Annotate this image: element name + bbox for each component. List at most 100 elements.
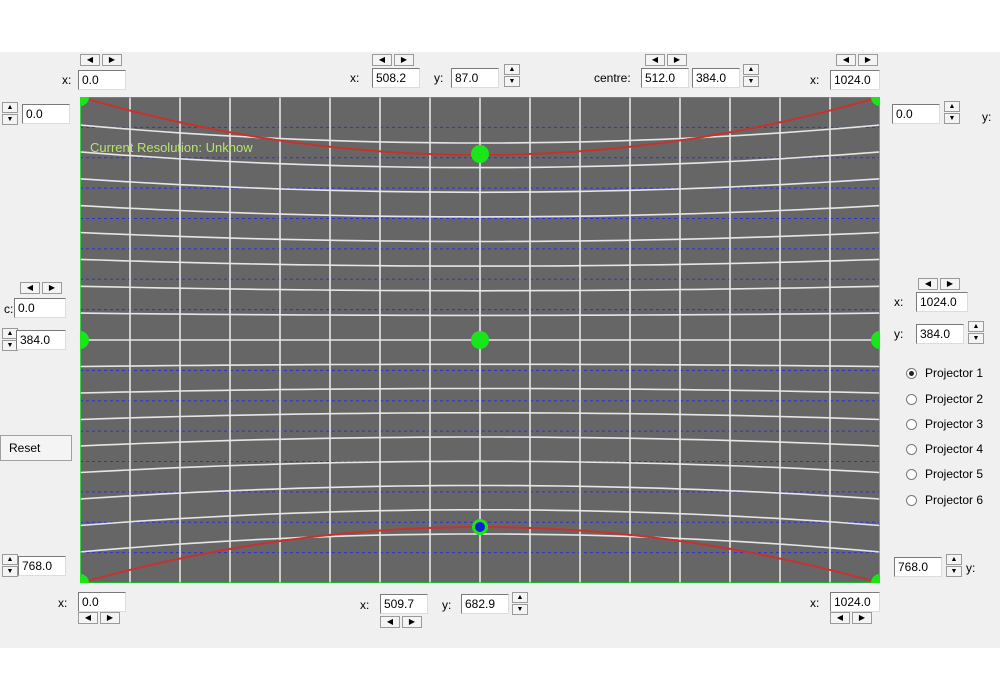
bottom-mid-x-label: x: bbox=[360, 598, 370, 612]
arrow-up-icon[interactable]: ▲ bbox=[2, 102, 18, 113]
centre-label: centre: bbox=[594, 71, 631, 85]
arrow-up-icon[interactable]: ▲ bbox=[968, 321, 984, 332]
arrow-up-icon[interactable]: ▲ bbox=[743, 64, 759, 75]
right-mid-x-stepper[interactable]: ◀ ▶ bbox=[918, 278, 962, 292]
left-top-y-field[interactable]: 0.0 bbox=[22, 104, 70, 124]
top-mid-y-field[interactable]: 87.0 bbox=[451, 68, 499, 88]
right-mid-y-stepper[interactable]: ▲ ▼ bbox=[968, 321, 984, 345]
bottom-mid-y-label: y: bbox=[442, 598, 452, 612]
projector-5-option[interactable]: Projector 5 bbox=[906, 465, 983, 483]
radio-icon[interactable] bbox=[906, 494, 917, 506]
arrow-right-icon[interactable]: ▶ bbox=[394, 54, 414, 66]
warp-grid-canvas[interactable] bbox=[80, 97, 880, 583]
arrow-down-icon[interactable]: ▼ bbox=[743, 76, 759, 87]
top-right-x-field[interactable]: 1024.0 bbox=[830, 70, 880, 90]
bottom-mid-x-stepper[interactable]: ◀ ▶ bbox=[380, 616, 424, 630]
arrow-left-icon[interactable]: ◀ bbox=[836, 54, 856, 66]
radio-icon[interactable] bbox=[906, 393, 917, 405]
selected-handle-center bbox=[475, 522, 485, 532]
arrow-left-icon[interactable]: ◀ bbox=[830, 612, 850, 624]
projector-2-option[interactable]: Projector 2 bbox=[906, 390, 983, 408]
arrow-left-icon[interactable]: ◀ bbox=[918, 278, 938, 290]
arrow-right-icon[interactable]: ▶ bbox=[940, 278, 960, 290]
projector-3-label: Projector 3 bbox=[925, 417, 984, 431]
top-left-x-field[interactable]: 0.0 bbox=[78, 70, 126, 90]
arrow-right-icon[interactable]: ▶ bbox=[852, 612, 872, 624]
radio-icon[interactable] bbox=[906, 443, 917, 455]
right-bottom-y-label: y: bbox=[966, 561, 976, 575]
arrow-right-icon[interactable]: ▶ bbox=[100, 612, 120, 624]
projector-6-label: Projector 6 bbox=[925, 493, 984, 507]
arrow-left-icon[interactable]: ◀ bbox=[78, 612, 98, 624]
arrow-up-icon[interactable]: ▲ bbox=[944, 101, 960, 112]
arrow-left-icon[interactable]: ◀ bbox=[380, 616, 400, 628]
right-top-y-stepper[interactable]: ▲ ▼ bbox=[944, 101, 960, 125]
reset-button[interactable]: Reset bbox=[0, 435, 72, 461]
right-mid-y-field[interactable]: 384.0 bbox=[916, 324, 964, 344]
top-mid-y-stepper[interactable]: ▲ ▼ bbox=[504, 64, 520, 88]
arrow-left-icon[interactable]: ◀ bbox=[645, 54, 665, 66]
centre-x-stepper[interactable]: ◀ ▶ bbox=[645, 54, 689, 68]
radio-icon[interactable] bbox=[906, 468, 917, 480]
right-mid-y-label: y: bbox=[894, 327, 904, 341]
centre-x-field[interactable]: 512.0 bbox=[641, 68, 689, 88]
centre-y-field[interactable]: 384.0 bbox=[692, 68, 740, 88]
left-mid-x-field[interactable]: 0.0 bbox=[14, 298, 66, 318]
bottom-left-x-stepper[interactable]: ◀ ▶ bbox=[78, 612, 122, 626]
left-mid-y-field[interactable]: 384.0 bbox=[16, 330, 66, 350]
current-resolution-text: Current Resolution: Unknow bbox=[90, 140, 253, 155]
right-top-y-field[interactable]: 0.0 bbox=[892, 104, 940, 124]
arrow-left-icon[interactable]: ◀ bbox=[80, 54, 100, 66]
left-mid-x-stepper[interactable]: ◀ ▶ bbox=[20, 282, 64, 296]
arrow-right-icon[interactable]: ▶ bbox=[858, 54, 878, 66]
arrow-down-icon[interactable]: ▼ bbox=[944, 113, 960, 124]
projector-1-option[interactable]: Projector 1 bbox=[906, 364, 983, 382]
bottom-mid-y-stepper[interactable]: ▲ ▼ bbox=[512, 592, 528, 616]
projector-6-option[interactable]: Projector 6 bbox=[906, 491, 983, 509]
arrow-right-icon[interactable]: ▶ bbox=[42, 282, 62, 294]
arrow-down-icon[interactable]: ▼ bbox=[504, 76, 520, 87]
arrow-down-icon[interactable]: ▼ bbox=[512, 604, 528, 615]
control-point-handle[interactable] bbox=[471, 331, 489, 349]
top-right-x-stepper[interactable]: ◀ ▶ bbox=[836, 54, 880, 68]
arrow-up-icon[interactable]: ▲ bbox=[946, 554, 962, 565]
top-left-x-stepper[interactable]: ◀ ▶ bbox=[80, 54, 124, 68]
arrow-right-icon[interactable]: ▶ bbox=[102, 54, 122, 66]
right-bottom-y-stepper[interactable]: ▲ ▼ bbox=[946, 554, 962, 578]
arrow-left-icon[interactable]: ◀ bbox=[20, 282, 40, 294]
bottom-left-x-label: x: bbox=[58, 596, 68, 610]
arrow-up-icon[interactable]: ▲ bbox=[512, 592, 528, 603]
bottom-right-x-field[interactable]: 1024.0 bbox=[830, 592, 880, 612]
projector-4-option[interactable]: Projector 4 bbox=[906, 440, 983, 458]
arrow-down-icon[interactable]: ▼ bbox=[946, 566, 962, 577]
top-mid-y-label: y: bbox=[434, 71, 444, 85]
top-mid-x-stepper[interactable]: ◀ ▶ bbox=[372, 54, 416, 68]
arrow-right-icon[interactable]: ▶ bbox=[402, 616, 422, 628]
arrow-right-icon[interactable]: ▶ bbox=[667, 54, 687, 66]
left-bottom-y-field[interactable]: 768.0 bbox=[18, 556, 66, 576]
left-bottom-y-stepper[interactable]: ▲ ▼ bbox=[2, 554, 18, 578]
radio-selected-icon[interactable] bbox=[906, 367, 917, 379]
projector-3-option[interactable]: Projector 3 bbox=[906, 415, 983, 433]
centre-y-stepper[interactable]: ▲ ▼ bbox=[743, 64, 759, 88]
arrow-down-icon[interactable]: ▼ bbox=[2, 114, 18, 125]
right-mid-x-field[interactable]: 1024.0 bbox=[916, 292, 968, 312]
bottom-left-x-field[interactable]: 0.0 bbox=[78, 592, 126, 612]
bottom-right-x-stepper[interactable]: ◀ ▶ bbox=[830, 612, 874, 626]
left-top-y-stepper[interactable]: ▲ ▼ bbox=[2, 102, 18, 126]
right-mid-x-label: x: bbox=[894, 295, 904, 309]
arrow-down-icon[interactable]: ▼ bbox=[968, 333, 984, 344]
top-mid-x-label: x: bbox=[350, 71, 360, 85]
top-right-x-label: x: bbox=[810, 73, 820, 87]
bottom-mid-y-field[interactable]: 682.9 bbox=[461, 594, 509, 614]
right-bottom-y-field[interactable]: 768.0 bbox=[894, 557, 942, 577]
arrow-up-icon[interactable]: ▲ bbox=[2, 554, 18, 565]
bottom-mid-x-field[interactable]: 509.7 bbox=[380, 594, 428, 614]
control-point-handle[interactable] bbox=[471, 145, 489, 163]
top-left-x-label: x: bbox=[62, 73, 72, 87]
radio-icon[interactable] bbox=[906, 418, 917, 430]
arrow-left-icon[interactable]: ◀ bbox=[372, 54, 392, 66]
arrow-down-icon[interactable]: ▼ bbox=[2, 566, 18, 577]
arrow-up-icon[interactable]: ▲ bbox=[504, 64, 520, 75]
top-mid-x-field[interactable]: 508.2 bbox=[372, 68, 420, 88]
